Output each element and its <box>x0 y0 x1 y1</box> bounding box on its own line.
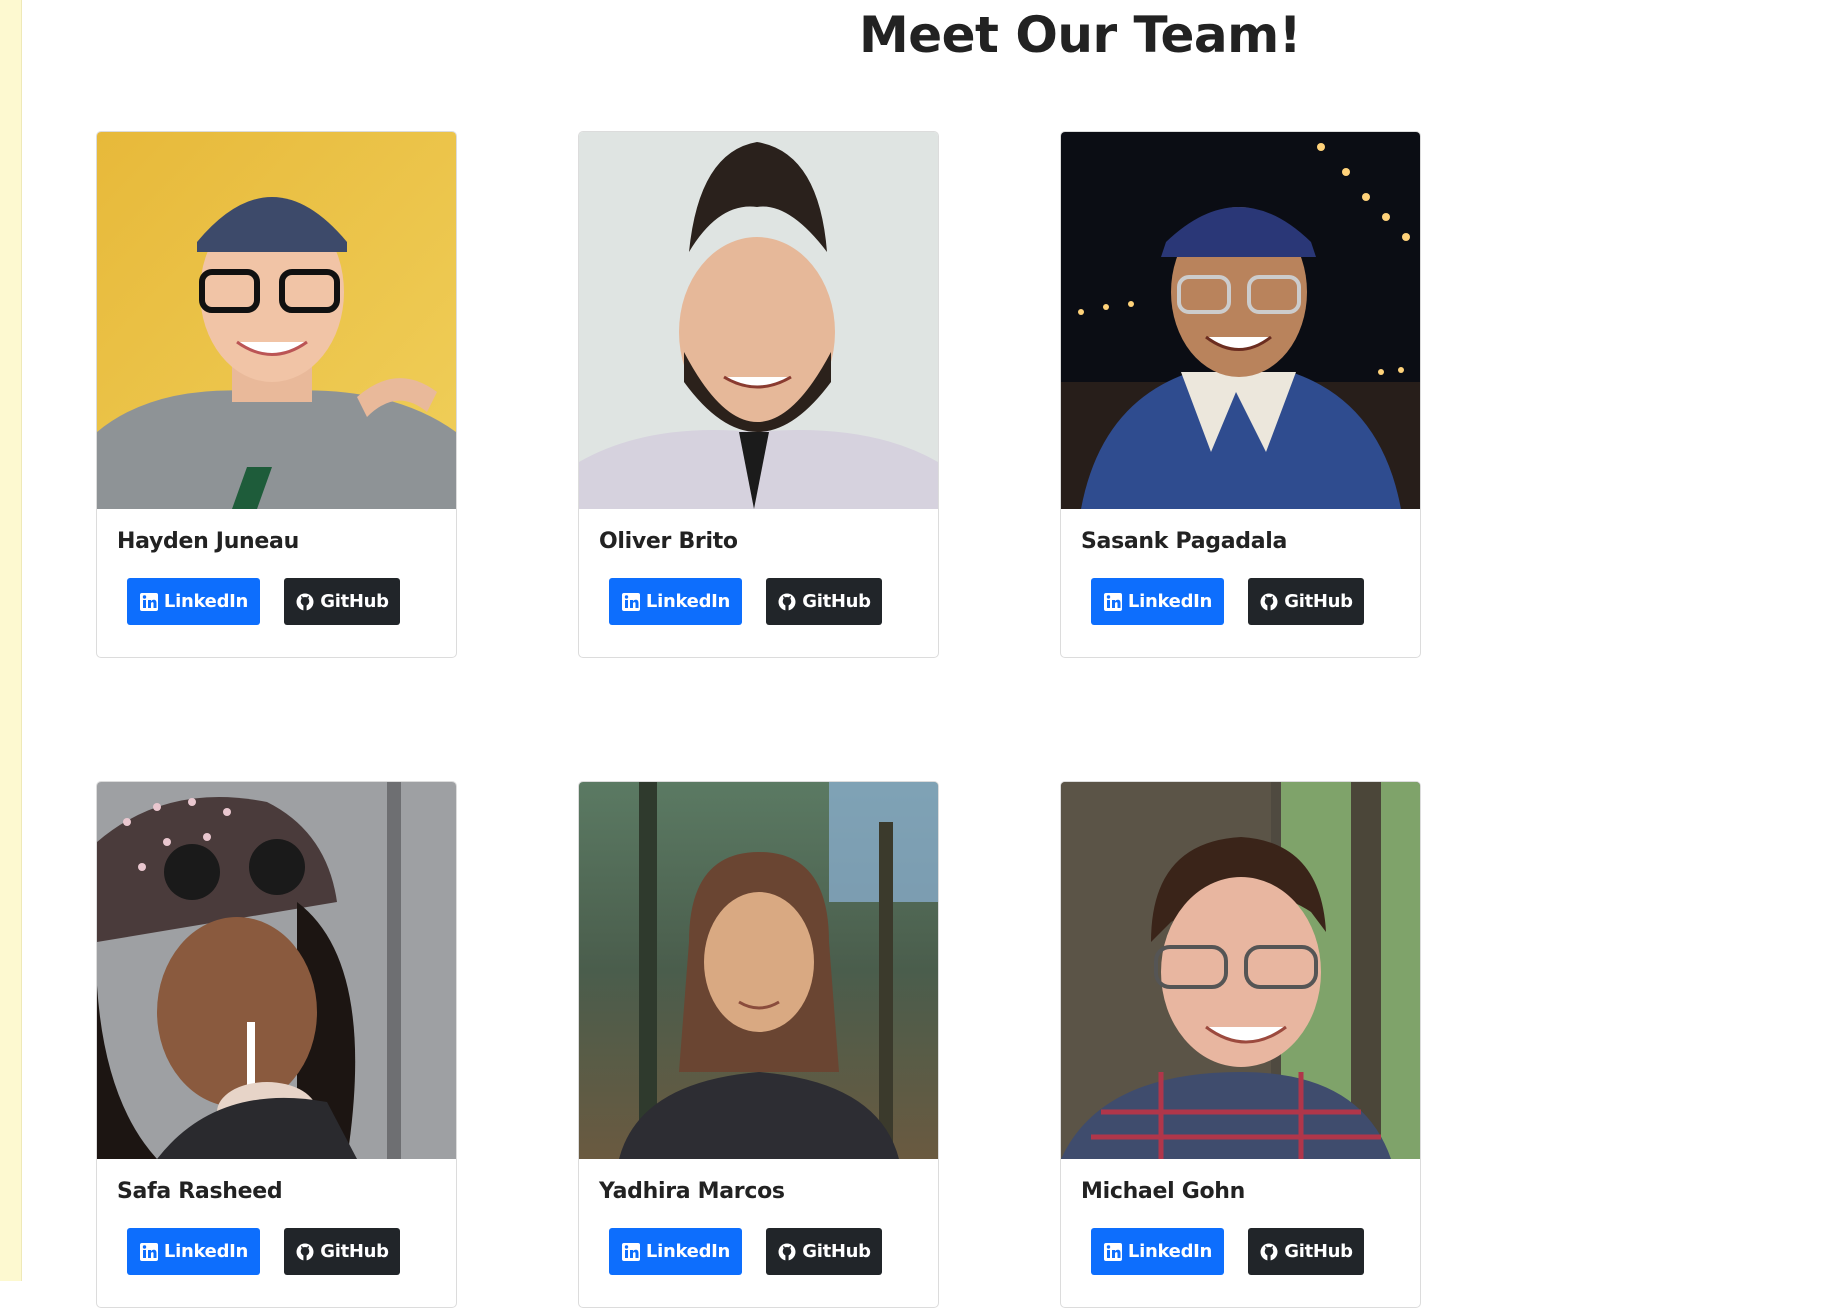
github-icon <box>295 592 315 612</box>
member-photo <box>97 782 456 1159</box>
linkedin-icon <box>1103 1242 1123 1262</box>
github-button[interactable]: GitHub <box>766 578 882 625</box>
linkedin-icon <box>621 592 641 612</box>
member-name: Hayden Juneau <box>117 529 299 554</box>
linkedin-label: LinkedIn <box>163 1241 249 1262</box>
team-member-card: Michael Gohn LinkedIn GitHub <box>1060 781 1421 1308</box>
member-name: Safa Rasheed <box>117 1179 283 1204</box>
member-photo <box>1061 132 1420 509</box>
linkedin-icon <box>139 1242 159 1262</box>
member-name: Yadhira Marcos <box>599 1179 785 1204</box>
linkedin-label: LinkedIn <box>1127 591 1213 612</box>
github-label: GitHub <box>1284 1241 1353 1262</box>
github-icon <box>1259 1242 1279 1262</box>
team-member-card: Oliver Brito LinkedIn GitHub <box>578 131 939 658</box>
github-button[interactable]: GitHub <box>284 1228 400 1275</box>
linkedin-button[interactable]: LinkedIn <box>609 578 742 625</box>
linkedin-button[interactable]: LinkedIn <box>1091 578 1224 625</box>
page-title: Meet Our Team! <box>858 6 1302 64</box>
member-name: Oliver Brito <box>599 529 738 554</box>
linkedin-button[interactable]: LinkedIn <box>127 1228 260 1275</box>
github-label: GitHub <box>1284 591 1353 612</box>
github-button[interactable]: GitHub <box>284 578 400 625</box>
team-member-card: Yadhira Marcos LinkedIn GitHub <box>578 781 939 1308</box>
team-member-card: Hayden Juneau LinkedIn GitHub <box>96 131 457 658</box>
github-button[interactable]: GitHub <box>766 1228 882 1275</box>
left-side-strip <box>0 0 22 1281</box>
team-grid: Hayden Juneau LinkedIn GitHub Oliver Bri… <box>96 131 1421 1308</box>
linkedin-button[interactable]: LinkedIn <box>1091 1228 1224 1275</box>
linkedin-label: LinkedIn <box>163 591 249 612</box>
member-name: Sasank Pagadala <box>1081 529 1288 554</box>
github-icon <box>1259 592 1279 612</box>
linkedin-label: LinkedIn <box>645 1241 731 1262</box>
github-button[interactable]: GitHub <box>1248 578 1364 625</box>
linkedin-icon <box>1103 592 1123 612</box>
member-photo <box>97 132 456 509</box>
linkedin-icon <box>621 1242 641 1262</box>
github-icon <box>777 1242 797 1262</box>
github-button[interactable]: GitHub <box>1248 1228 1364 1275</box>
member-photo <box>1061 782 1420 1159</box>
github-icon <box>777 592 797 612</box>
member-photo <box>579 782 938 1159</box>
github-label: GitHub <box>320 591 389 612</box>
linkedin-button[interactable]: LinkedIn <box>609 1228 742 1275</box>
member-name: Michael Gohn <box>1081 1179 1245 1204</box>
github-icon <box>295 1242 315 1262</box>
github-label: GitHub <box>802 1241 871 1262</box>
linkedin-label: LinkedIn <box>1127 1241 1213 1262</box>
github-label: GitHub <box>320 1241 389 1262</box>
team-member-card: Sasank Pagadala LinkedIn GitHub <box>1060 131 1421 658</box>
linkedin-button[interactable]: LinkedIn <box>127 578 260 625</box>
member-photo <box>579 132 938 509</box>
linkedin-label: LinkedIn <box>645 591 731 612</box>
team-member-card: Safa Rasheed LinkedIn GitHub <box>96 781 457 1308</box>
github-label: GitHub <box>802 591 871 612</box>
linkedin-icon <box>139 592 159 612</box>
